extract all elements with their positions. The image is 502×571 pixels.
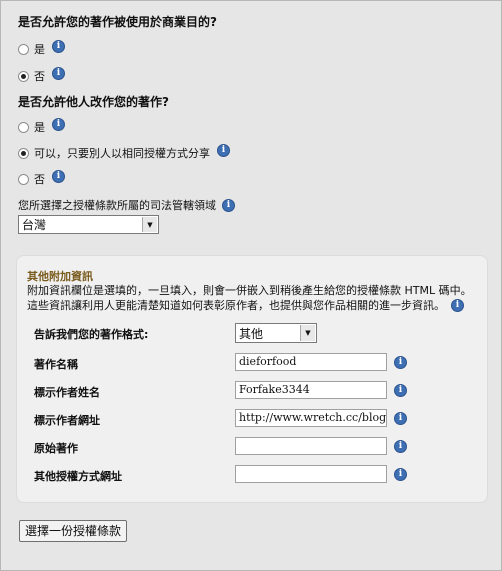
modification-option-no[interactable]: 否 i	[18, 169, 65, 187]
author-name-input[interactable]: Forfake3344	[235, 381, 387, 399]
choose-license-button[interactable]: 選擇一份授權條款	[19, 520, 128, 542]
jurisdiction-select[interactable]: 台灣 ▼	[18, 215, 159, 234]
commercial-no-label: 否	[34, 70, 45, 83]
commercial-option-no[interactable]: 否 i	[18, 66, 65, 84]
additional-info-desc-line1: 附加資訊欄位是選填的，一旦填入，則會一併嵌入到稍後產生給您的授權條款 HTML …	[27, 284, 472, 297]
field-label-source-work: 原始著作	[34, 442, 78, 455]
commercial-option-yes[interactable]: 是 i	[18, 39, 65, 57]
jurisdiction-row: 您所選擇之授權條款所屬的司法管轄領域 i	[18, 197, 235, 213]
chevron-down-icon[interactable]: ▼	[142, 217, 157, 232]
jurisdiction-selected: 台灣	[22, 218, 47, 232]
author-url-input[interactable]: http://www.wretch.cc/blog/dief	[235, 409, 387, 427]
work-title-input[interactable]: dieforfood	[235, 353, 387, 371]
info-icon[interactable]: i	[52, 39, 65, 53]
format-select[interactable]: 其他 ▼	[235, 323, 317, 343]
additional-info-title: 其他附加資訊	[27, 270, 93, 283]
field-label-author-url: 標示作者網址	[34, 414, 100, 427]
commercial-yes-label: 是	[34, 43, 45, 56]
field-label-work-title: 著作名稱	[34, 358, 78, 371]
info-icon[interactable]: i	[394, 440, 407, 453]
info-icon[interactable]: i	[52, 66, 65, 80]
jurisdiction-label: 您所選擇之授權條款所屬的司法管轄領域	[18, 199, 216, 212]
modification-question: 是否允許他人改作您的著作?	[18, 95, 169, 109]
info-icon[interactable]: i	[394, 468, 407, 481]
modification-yes-radio[interactable]	[18, 121, 29, 133]
modification-yes-label: 是	[34, 121, 45, 134]
chevron-down-icon[interactable]: ▼	[300, 325, 315, 341]
format-selected: 其他	[239, 326, 264, 341]
license-chooser: 是否允許您的著作被使用於商業目的? 是 i 否 i 是否允許他人改作您的著作? …	[0, 0, 502, 571]
info-icon[interactable]: i	[394, 412, 407, 425]
modification-option-sharealike[interactable]: 可以，只要別人以相同授權方式分享 i	[18, 143, 230, 161]
modification-no-label: 否	[34, 173, 45, 186]
modification-option-yes[interactable]: 是 i	[18, 117, 65, 135]
more-permissions-url-input[interactable]	[235, 465, 387, 483]
info-icon[interactable]: i	[52, 169, 65, 183]
info-icon[interactable]: i	[451, 299, 464, 312]
modification-sharealike-radio[interactable]	[18, 147, 29, 159]
commercial-yes-radio[interactable]	[18, 43, 29, 55]
format-label: 告訴我們您的著作格式:	[34, 328, 149, 341]
additional-info-description: 附加資訊欄位是選填的，一旦填入，則會一併嵌入到稍後產生給您的授權條款 HTML …	[27, 283, 487, 313]
field-label-author-name: 標示作者姓名	[34, 386, 100, 399]
info-icon[interactable]: i	[52, 117, 65, 131]
additional-info-desc-line2-row: 這些資訊讓利用人更能清楚知道如何表彰原作者，也提供與您作品相關的進一步資訊。 i	[27, 298, 487, 313]
info-icon[interactable]: i	[222, 198, 235, 212]
commercial-no-radio[interactable]	[18, 70, 29, 82]
info-icon[interactable]: i	[217, 143, 230, 157]
modification-no-radio[interactable]	[18, 173, 29, 185]
info-icon[interactable]: i	[394, 384, 407, 397]
additional-info-panel: 其他附加資訊 附加資訊欄位是選填的，一旦填入，則會一併嵌入到稍後產生給您的授權條…	[16, 255, 488, 503]
info-icon[interactable]: i	[394, 356, 407, 369]
modification-sharealike-label: 可以，只要別人以相同授權方式分享	[34, 147, 210, 160]
additional-info-desc-line2: 這些資訊讓利用人更能清楚知道如何表彰原作者，也提供與您作品相關的進一步資訊。	[27, 299, 445, 312]
commercial-question: 是否允許您的著作被使用於商業目的?	[18, 15, 217, 29]
source-work-input[interactable]	[235, 437, 387, 455]
field-label-more-permissions-url: 其他授權方式網址	[34, 470, 122, 483]
